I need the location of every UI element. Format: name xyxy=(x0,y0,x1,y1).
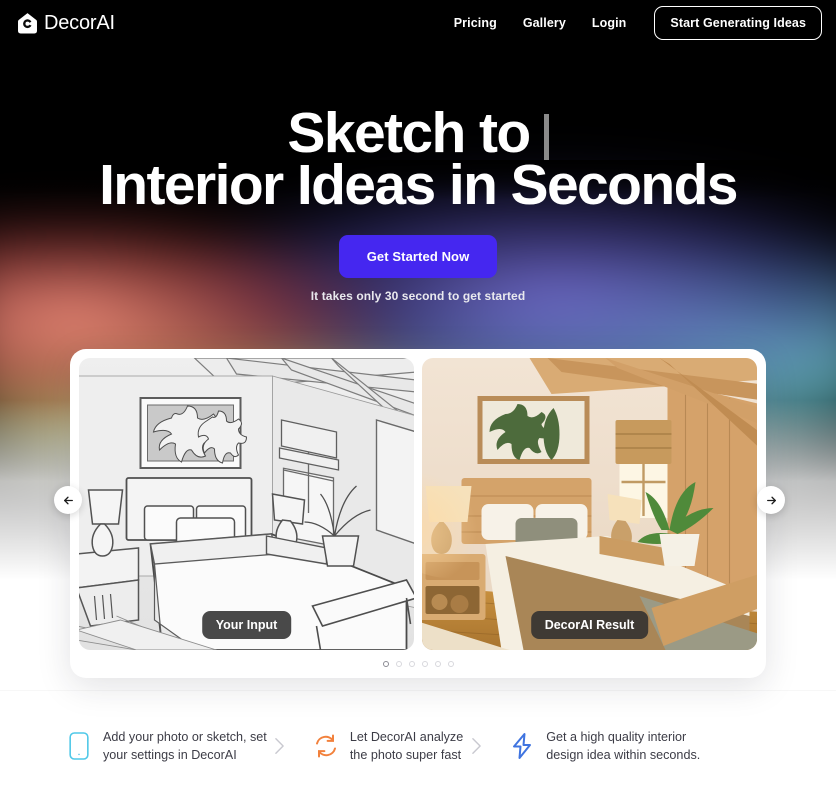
before-after-carousel: Your Input DecorAI Result xyxy=(70,349,766,678)
arrow-right-icon xyxy=(766,496,776,504)
sketch-bedroom-image xyxy=(79,358,414,650)
nav-link-gallery[interactable]: Gallery xyxy=(523,16,566,30)
carousel-dot-5[interactable] xyxy=(434,661,441,667)
carousel-slide-input[interactable]: Your Input xyxy=(79,358,414,650)
slide-label-result: DecorAI Result xyxy=(530,611,649,639)
features-strip: Add your photo or sketch, set your settin… xyxy=(0,690,836,801)
nav-links-group: Pricing Gallery Login Start Generating I… xyxy=(454,6,822,40)
chevron-right-icon-1 xyxy=(267,737,293,755)
slide-label-input: Your Input xyxy=(201,611,292,639)
top-navigation-bar: DecorAI Pricing Gallery Login Start Gene… xyxy=(0,0,836,46)
hero-headline: Sketch to Interior Ideas in Seconds xyxy=(0,105,836,217)
arrow-left-icon xyxy=(63,496,73,504)
carousel-slide-result[interactable]: DecorAI Result xyxy=(422,358,757,650)
carousel-prev-button[interactable] xyxy=(54,486,82,514)
carousel-dot-3[interactable] xyxy=(408,661,415,667)
phone-outline-icon xyxy=(66,729,92,763)
get-started-now-button[interactable]: Get Started Now xyxy=(338,235,498,278)
nav-link-login[interactable]: Login xyxy=(592,16,627,30)
hero-subtext: It takes only 30 second to get started xyxy=(310,289,526,303)
carousel-dot-1[interactable] xyxy=(382,661,389,667)
rendered-bedroom-image xyxy=(422,358,757,650)
brand-name: DecorAI xyxy=(44,11,115,34)
hero-cta-wrapper: Get Started Now xyxy=(0,235,836,278)
brand-logo[interactable]: DecorAI xyxy=(16,12,115,35)
house-aperture-logo-icon xyxy=(18,12,37,33)
feature-text-3: Get a high quality interior design idea w… xyxy=(546,730,701,762)
carousel-slides: Your Input DecorAI Result xyxy=(79,358,757,650)
feature-item-1: Add your photo or sketch, set your settin… xyxy=(46,728,267,764)
nav-link-pricing[interactable]: Pricing xyxy=(454,16,497,30)
headline-line-2: Interior Ideas in Seconds xyxy=(99,153,738,217)
feature-text-1: Add your photo or sketch, set your settin… xyxy=(103,730,267,762)
feature-text-2: Let DecorAI analyze the photo super fast xyxy=(349,730,464,762)
start-generating-ideas-button[interactable]: Start Generating Ideas xyxy=(654,6,822,40)
carousel-dot-4[interactable] xyxy=(421,661,428,667)
feature-item-3: Get a high quality interior design idea w… xyxy=(489,728,700,764)
lightning-bolt-icon xyxy=(509,729,535,763)
carousel-dot-6[interactable] xyxy=(447,661,454,667)
carousel-pagination-dots xyxy=(79,661,757,667)
carousel-dot-2[interactable] xyxy=(395,661,402,667)
feature-item-2: Let DecorAI analyze the photo super fast xyxy=(293,728,463,764)
chevron-right-icon-2 xyxy=(463,737,489,755)
carousel-next-button[interactable] xyxy=(757,486,785,514)
refresh-rotate-icon xyxy=(313,729,339,763)
